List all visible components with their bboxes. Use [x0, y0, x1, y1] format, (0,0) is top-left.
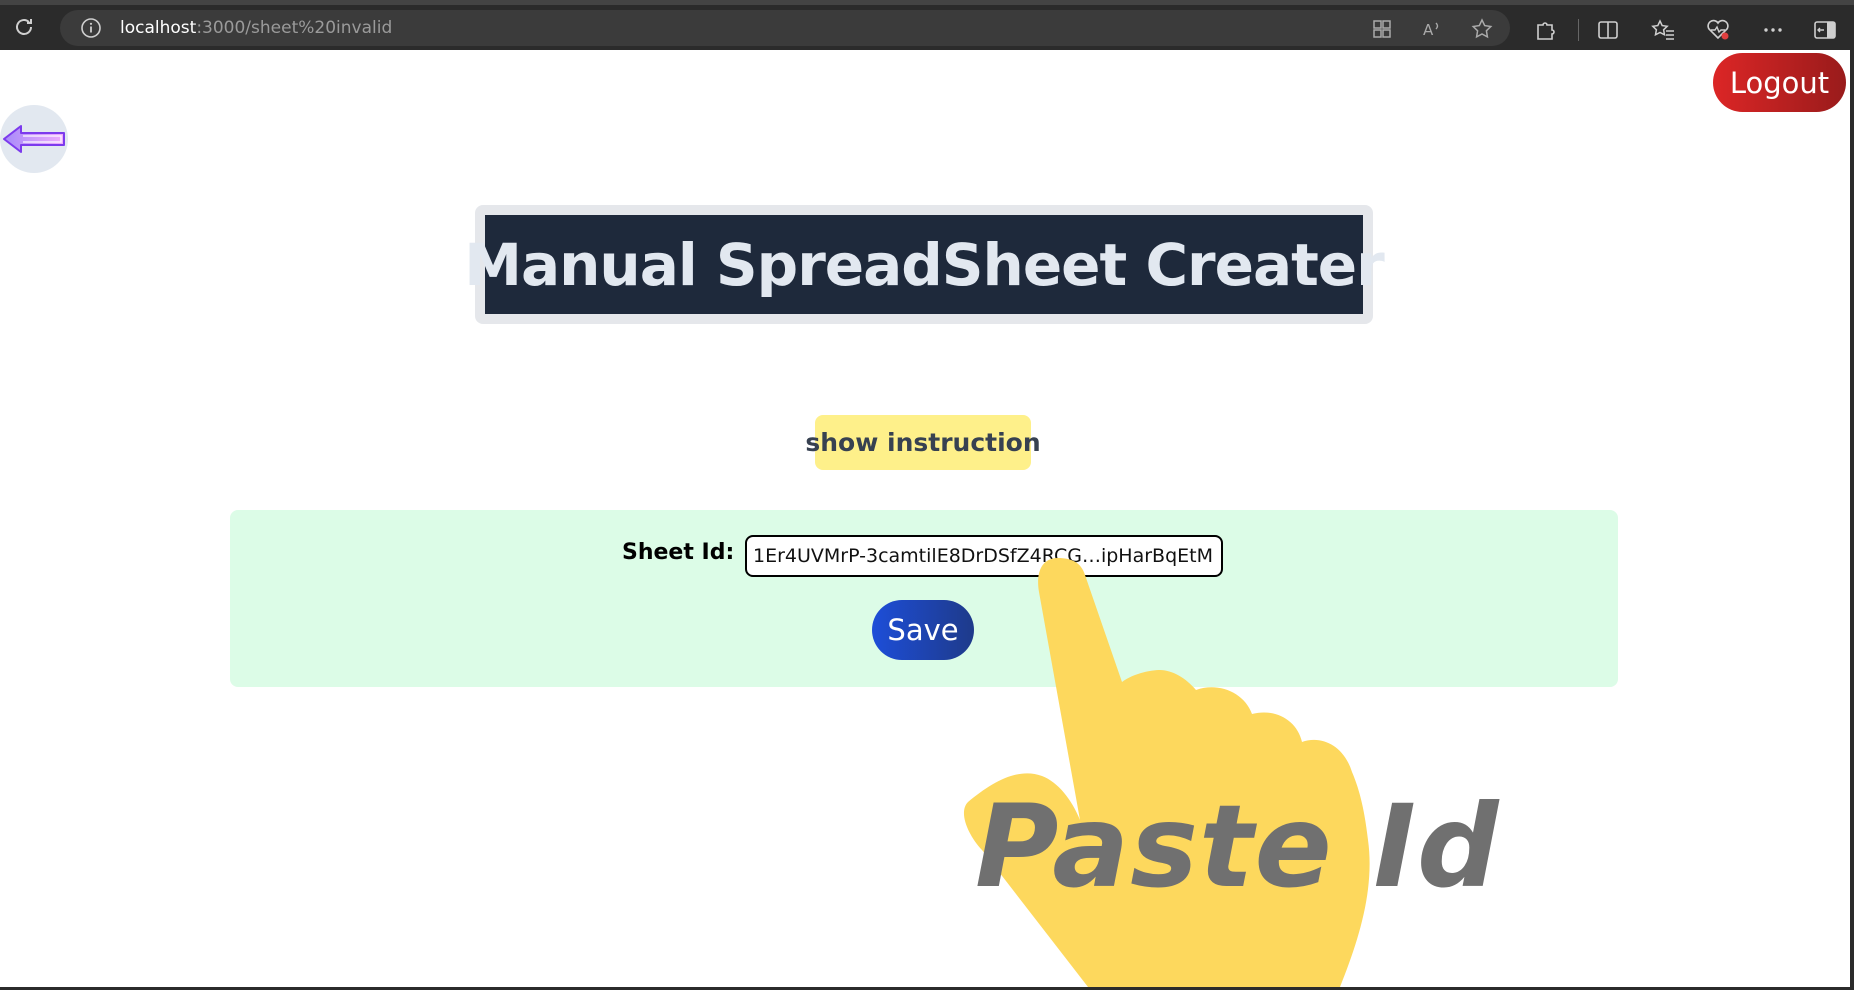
paste-id-caption: Paste Id — [975, 780, 1500, 913]
page-title-frame: Manual SpreadSheet Creater — [464, 205, 1385, 324]
more-icon[interactable] — [1760, 17, 1786, 43]
sheet-form: Sheet Id: Save — [230, 510, 1618, 687]
svg-text:A: A — [1423, 21, 1434, 39]
health-icon[interactable] — [1705, 17, 1731, 43]
url-path: :3000/sheet%20invalid — [196, 18, 393, 38]
sidebar-icon[interactable] — [1812, 17, 1838, 43]
favorites-icon[interactable] — [1650, 17, 1676, 43]
arrow-left-icon — [3, 125, 65, 153]
url-host: localhost — [120, 18, 197, 38]
split-screen-icon[interactable] — [1595, 17, 1621, 43]
save-button[interactable]: Save — [872, 600, 974, 660]
page-viewport: Logout Manual SpreadSheet Creater show i… — [0, 50, 1850, 987]
browser-toolbar: localhost:3000/sheet%20invalid A — [0, 0, 1854, 50]
toolbar-divider — [1578, 19, 1579, 41]
logout-button[interactable]: Logout — [1713, 53, 1846, 112]
page-title-box: Manual SpreadSheet Creater — [464, 215, 1385, 314]
show-instruction-button[interactable]: show instruction — [805, 415, 1041, 470]
info-icon[interactable] — [80, 17, 102, 39]
back-button[interactable] — [0, 105, 68, 173]
reload-icon[interactable] — [12, 15, 36, 39]
url-text[interactable]: localhost:3000/sheet%20invalid — [120, 18, 392, 38]
sheet-id-label: Sheet Id: — [622, 540, 735, 565]
page-title: Manual SpreadSheet Creater — [464, 230, 1385, 299]
address-bar[interactable]: localhost:3000/sheet%20invalid A — [60, 10, 1510, 46]
favorite-star-icon[interactable] — [1470, 17, 1494, 41]
extensions-icon[interactable] — [1532, 17, 1558, 43]
read-aloud-icon[interactable]: A — [1420, 17, 1444, 41]
app-grid-icon[interactable] — [1370, 17, 1394, 41]
pointing-hand-icon — [963, 558, 1370, 987]
